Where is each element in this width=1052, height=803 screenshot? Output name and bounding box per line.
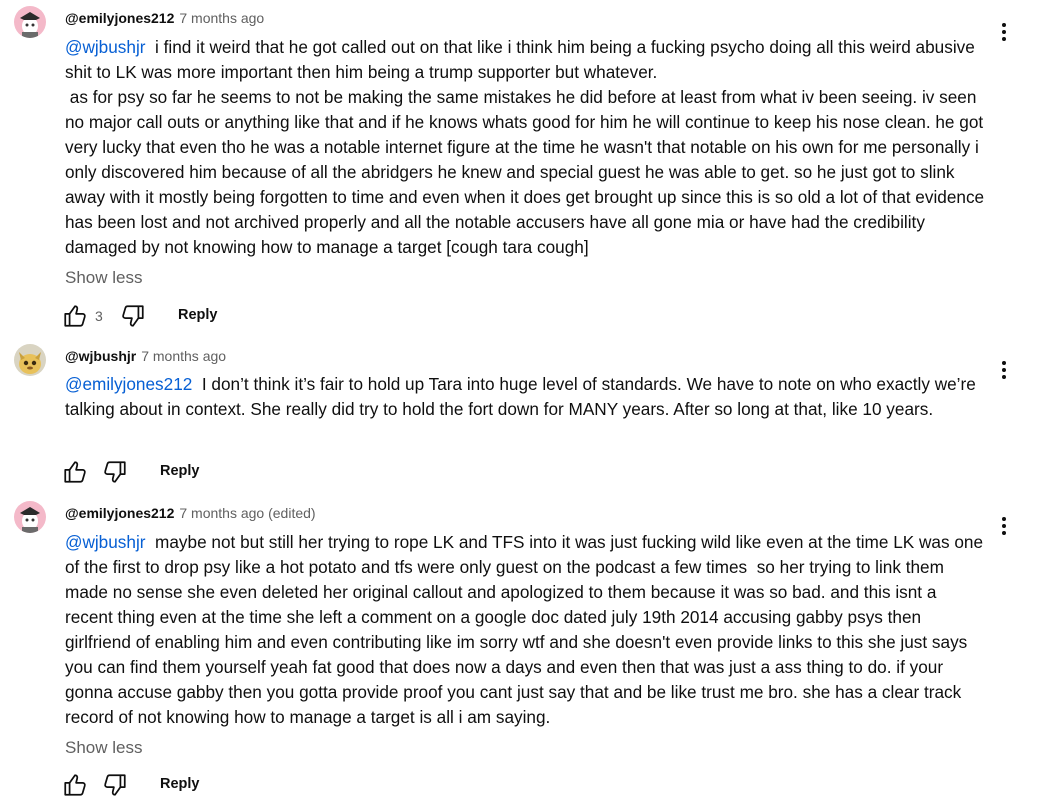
reply-button[interactable]: Reply	[160, 776, 200, 792]
comment-actions: Reply	[62, 459, 262, 487]
mention-link[interactable]: @wjbushjr	[65, 37, 146, 57]
comment-text-line: maybe not but still her trying to rope L…	[65, 532, 988, 727]
thumbs-up-icon[interactable]	[62, 772, 88, 803]
thumbs-down-icon[interactable]	[102, 459, 128, 490]
comment-timestamp[interactable]: 7 months ago	[179, 10, 264, 26]
reply-button[interactable]: Reply	[178, 307, 218, 323]
comment-text-paragraph: as for psy so far he seems to not be mak…	[65, 87, 989, 257]
comment-actions: 3 Reply	[62, 303, 262, 331]
comment-menu-button[interactable]	[996, 515, 1012, 539]
reply-button[interactable]: Reply	[160, 463, 200, 479]
more-vert-icon	[996, 517, 1012, 535]
comment-text: @emilyjones212 I don’t think it’s fair t…	[65, 372, 985, 422]
comment-header: @wjbushjr 7 months ago	[65, 347, 226, 365]
comment-author[interactable]: @emilyjones212	[65, 505, 174, 521]
thumbs-down-icon[interactable]	[120, 303, 146, 334]
comment-header: @emilyjones212 7 months ago (edited)	[65, 504, 316, 522]
comment-text-line: i find it weird that he got called out o…	[65, 37, 980, 82]
comment-actions: Reply	[62, 772, 262, 800]
like-count: 3	[95, 308, 103, 324]
avatar[interactable]	[14, 344, 46, 376]
avatar[interactable]	[14, 6, 46, 38]
comment-thread-item: @emilyjones212 7 months ago (edited) @wjb…	[0, 495, 1052, 802]
comment-menu-button[interactable]	[996, 21, 1012, 45]
comment-menu-button[interactable]	[996, 359, 1012, 383]
show-less-button[interactable]: Show less	[65, 268, 142, 288]
thumbs-down-icon[interactable]	[102, 772, 128, 803]
comment-text-line: I don’t think it’s fair to hold up Tara …	[65, 374, 981, 419]
thumbs-up-icon[interactable]	[62, 303, 88, 334]
comment-timestamp[interactable]: 7 months ago (edited)	[179, 505, 315, 521]
comment-text: @wjbushjr maybe not but still her trying…	[65, 530, 985, 730]
comment-text: @wjbushjr i find it weird that he got ca…	[65, 35, 985, 260]
mention-link[interactable]: @emilyjones212	[65, 374, 192, 394]
comment-author[interactable]: @emilyjones212	[65, 10, 174, 26]
comment-thread-item: @emilyjones212 7 months ago @wjbushjr i f…	[0, 0, 1052, 340]
mention-link[interactable]: @wjbushjr	[65, 532, 146, 552]
avatar[interactable]	[14, 501, 46, 533]
show-less-button[interactable]: Show less	[65, 738, 142, 758]
comment-header: @emilyjones212 7 months ago	[65, 9, 264, 27]
thumbs-up-icon[interactable]	[62, 459, 88, 490]
comment-thread-item: @wjbushjr 7 months ago @emilyjones212 I d…	[0, 340, 1052, 495]
more-vert-icon	[996, 361, 1012, 379]
comment-timestamp[interactable]: 7 months ago	[141, 348, 226, 364]
more-vert-icon	[996, 23, 1012, 41]
comment-author[interactable]: @wjbushjr	[65, 348, 136, 364]
